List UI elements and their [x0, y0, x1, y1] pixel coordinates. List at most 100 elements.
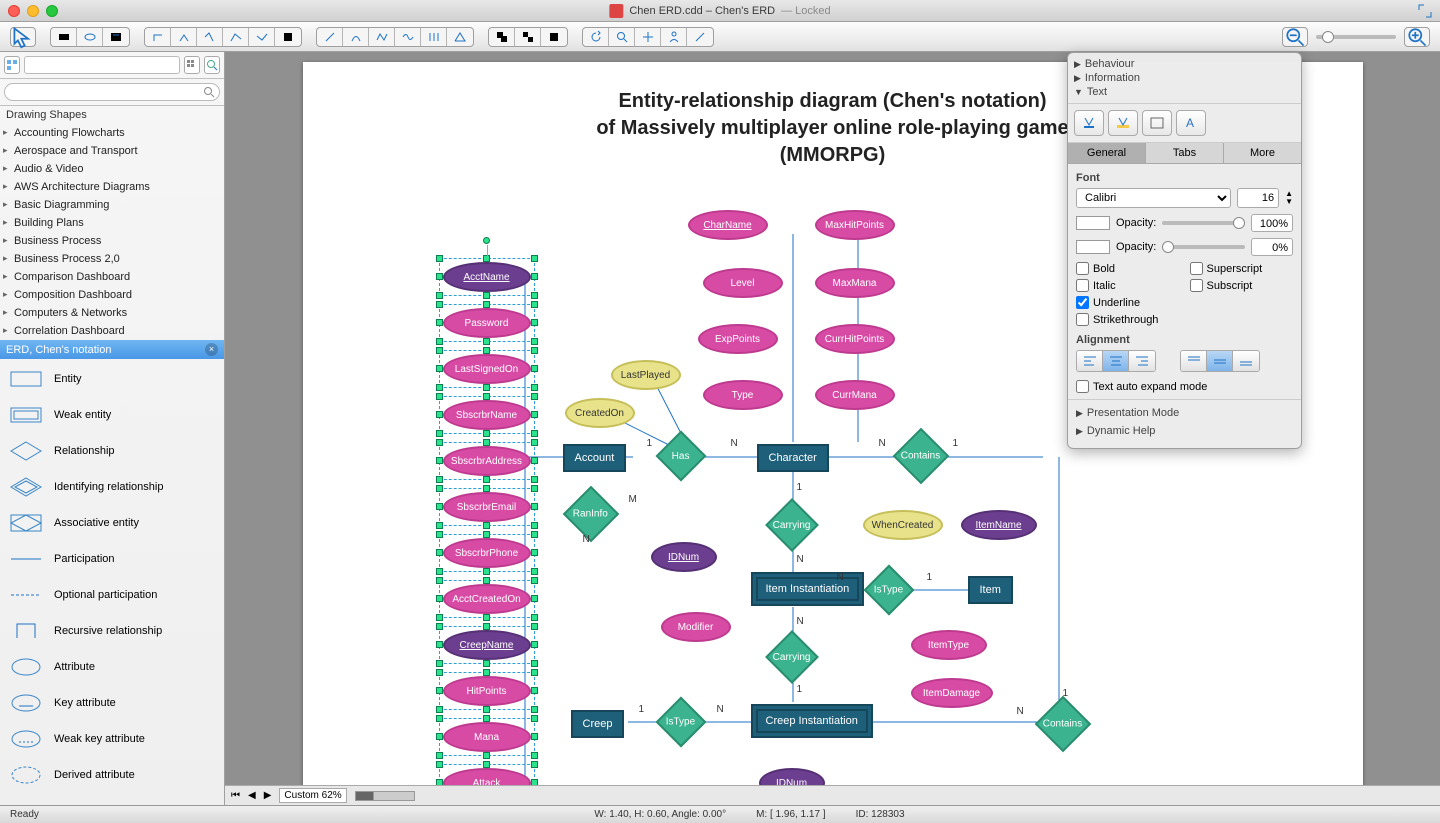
- search-icon[interactable]: [204, 56, 220, 74]
- rect-tool[interactable]: [51, 28, 77, 46]
- lib-bizprocess[interactable]: Business Process: [0, 232, 224, 250]
- attr-type[interactable]: Type: [703, 380, 783, 410]
- library-toggle-icon[interactable]: [4, 56, 20, 74]
- shape-entity[interactable]: Entity: [0, 361, 224, 397]
- pointer-tool[interactable]: [10, 27, 36, 47]
- align-right[interactable]: [1129, 351, 1155, 371]
- zoom-level[interactable]: Custom 62%: [279, 788, 346, 803]
- bg-opacity-slider[interactable]: [1162, 245, 1245, 249]
- rel-carrying2[interactable]: Carrying: [765, 630, 819, 684]
- nav-first-icon[interactable]: ⏮: [231, 790, 240, 801]
- rel-raninfo[interactable]: RanInfo: [562, 486, 619, 543]
- pan-tool[interactable]: [635, 28, 661, 46]
- lib-aerospace[interactable]: Aerospace and Transport: [0, 142, 224, 160]
- shape-derived-attribute[interactable]: Derived attribute: [0, 757, 224, 793]
- shape-participation[interactable]: Participation: [0, 541, 224, 577]
- pencil-tool[interactable]: [687, 28, 713, 46]
- group-tool-1[interactable]: [489, 28, 515, 46]
- line-tool-1[interactable]: [317, 28, 343, 46]
- tab-more[interactable]: More: [1224, 143, 1301, 163]
- fullscreen-icon[interactable]: [1418, 4, 1432, 18]
- connector-tool-6[interactable]: [275, 28, 301, 46]
- person-tool[interactable]: [661, 28, 687, 46]
- entity-item-instantiation[interactable]: Item Instantiation: [751, 572, 865, 606]
- rel-istype[interactable]: IsType: [863, 565, 914, 616]
- group-tool-3[interactable]: [541, 28, 567, 46]
- zoom-button[interactable]: [46, 5, 58, 17]
- shape-id-relationship[interactable]: Identifying relationship: [0, 469, 224, 505]
- text-tool[interactable]: [103, 28, 129, 46]
- entity-character[interactable]: Character: [757, 444, 829, 472]
- line-tool-2[interactable]: [343, 28, 369, 46]
- lib-accounting[interactable]: Accounting Flowcharts: [0, 124, 224, 142]
- connector-tool-2[interactable]: [171, 28, 197, 46]
- inspector-panel[interactable]: ▶Behaviour ▶Information ▼Text A General …: [1067, 52, 1302, 449]
- zoom-slider[interactable]: [1316, 35, 1396, 39]
- rel-carrying[interactable]: Carrying: [765, 498, 819, 552]
- text-underline-icon[interactable]: [1074, 110, 1104, 136]
- font-size-input[interactable]: [1237, 188, 1279, 208]
- entity-creep[interactable]: Creep: [571, 710, 625, 738]
- zoom-out-button[interactable]: [1282, 27, 1308, 47]
- section-information[interactable]: Information: [1085, 72, 1140, 84]
- text-color-swatch[interactable]: [1076, 216, 1110, 230]
- line-tool-3[interactable]: [369, 28, 395, 46]
- attr-currmana[interactable]: CurrMana: [815, 380, 895, 410]
- attr-currhit[interactable]: CurrHitPoints: [815, 324, 895, 354]
- lib-comparison[interactable]: Comparison Dashboard: [0, 268, 224, 286]
- attr-charname-key[interactable]: CharName: [688, 210, 768, 240]
- font-size-stepper-icon[interactable]: ▲▼: [1285, 190, 1293, 206]
- shape-recursive[interactable]: Recursive relationship: [0, 613, 224, 649]
- check-subscript[interactable]: Subscript: [1190, 279, 1294, 292]
- attr-itemname[interactable]: ItemName: [961, 510, 1037, 540]
- connector-tool-1[interactable]: [145, 28, 171, 46]
- hscroll-mini[interactable]: [355, 791, 415, 801]
- line-tool-4[interactable]: [395, 28, 421, 46]
- grid-view-icon[interactable]: [184, 56, 200, 74]
- valign-top[interactable]: [1181, 351, 1207, 371]
- text-opacity-slider[interactable]: [1162, 221, 1245, 225]
- text-box-icon[interactable]: [1142, 110, 1172, 136]
- line-tool-5[interactable]: [421, 28, 447, 46]
- entity-item[interactable]: Item: [968, 576, 1013, 604]
- align-left[interactable]: [1077, 351, 1103, 371]
- rel-istype2[interactable]: IsType: [655, 697, 706, 748]
- shape-assoc-entity[interactable]: Associative entity: [0, 505, 224, 541]
- nav-prev-icon[interactable]: ◀: [248, 790, 256, 801]
- shape-attribute[interactable]: Attribute: [0, 649, 224, 685]
- attr-exppoints[interactable]: ExpPoints: [698, 324, 778, 354]
- lib-composition[interactable]: Composition Dashboard: [0, 286, 224, 304]
- check-underline[interactable]: Underline: [1076, 296, 1180, 309]
- ellipse-tool[interactable]: [77, 28, 103, 46]
- attr-modifier[interactable]: Modifier: [661, 612, 731, 642]
- shape-relationship[interactable]: Relationship: [0, 433, 224, 469]
- attr-itemtype[interactable]: ItemType: [911, 630, 987, 660]
- section-presentation[interactable]: Presentation Mode: [1087, 407, 1179, 419]
- shape-weak-entity[interactable]: Weak entity: [0, 397, 224, 433]
- tab-general[interactable]: General: [1068, 143, 1146, 163]
- lib-correlation[interactable]: Correlation Dashboard: [0, 322, 224, 340]
- attr-idnum2[interactable]: IDNum: [759, 768, 825, 785]
- zoom-in-button[interactable]: [1404, 27, 1430, 47]
- rel-has[interactable]: Has: [655, 431, 706, 482]
- check-strikethrough[interactable]: Strikethrough: [1076, 313, 1180, 326]
- text-font-icon[interactable]: A: [1176, 110, 1206, 136]
- check-italic[interactable]: Italic: [1076, 279, 1180, 292]
- lib-audio[interactable]: Audio & Video: [0, 160, 224, 178]
- check-bold[interactable]: Bold: [1076, 262, 1180, 275]
- attr-whencreated[interactable]: WhenCreated: [863, 510, 943, 540]
- lib-basic[interactable]: Basic Diagramming: [0, 196, 224, 214]
- text-highlight-icon[interactable]: [1108, 110, 1138, 136]
- lib-erd-chen[interactable]: ERD, Chen's notation ×: [0, 340, 224, 359]
- attr-level[interactable]: Level: [703, 268, 783, 298]
- refresh-tool[interactable]: [583, 28, 609, 46]
- connector-tool-3[interactable]: [197, 28, 223, 46]
- attr-itemdamage[interactable]: ItemDamage: [911, 678, 993, 708]
- valign-bottom[interactable]: [1233, 351, 1259, 371]
- section-behaviour[interactable]: Behaviour: [1085, 58, 1135, 70]
- line-tool-6[interactable]: [447, 28, 473, 46]
- lib-building[interactable]: Building Plans: [0, 214, 224, 232]
- shape-weak-key-attribute[interactable]: Weak key attribute: [0, 721, 224, 757]
- minimize-button[interactable]: [27, 5, 39, 17]
- check-auto-expand[interactable]: Text auto expand mode: [1076, 380, 1293, 393]
